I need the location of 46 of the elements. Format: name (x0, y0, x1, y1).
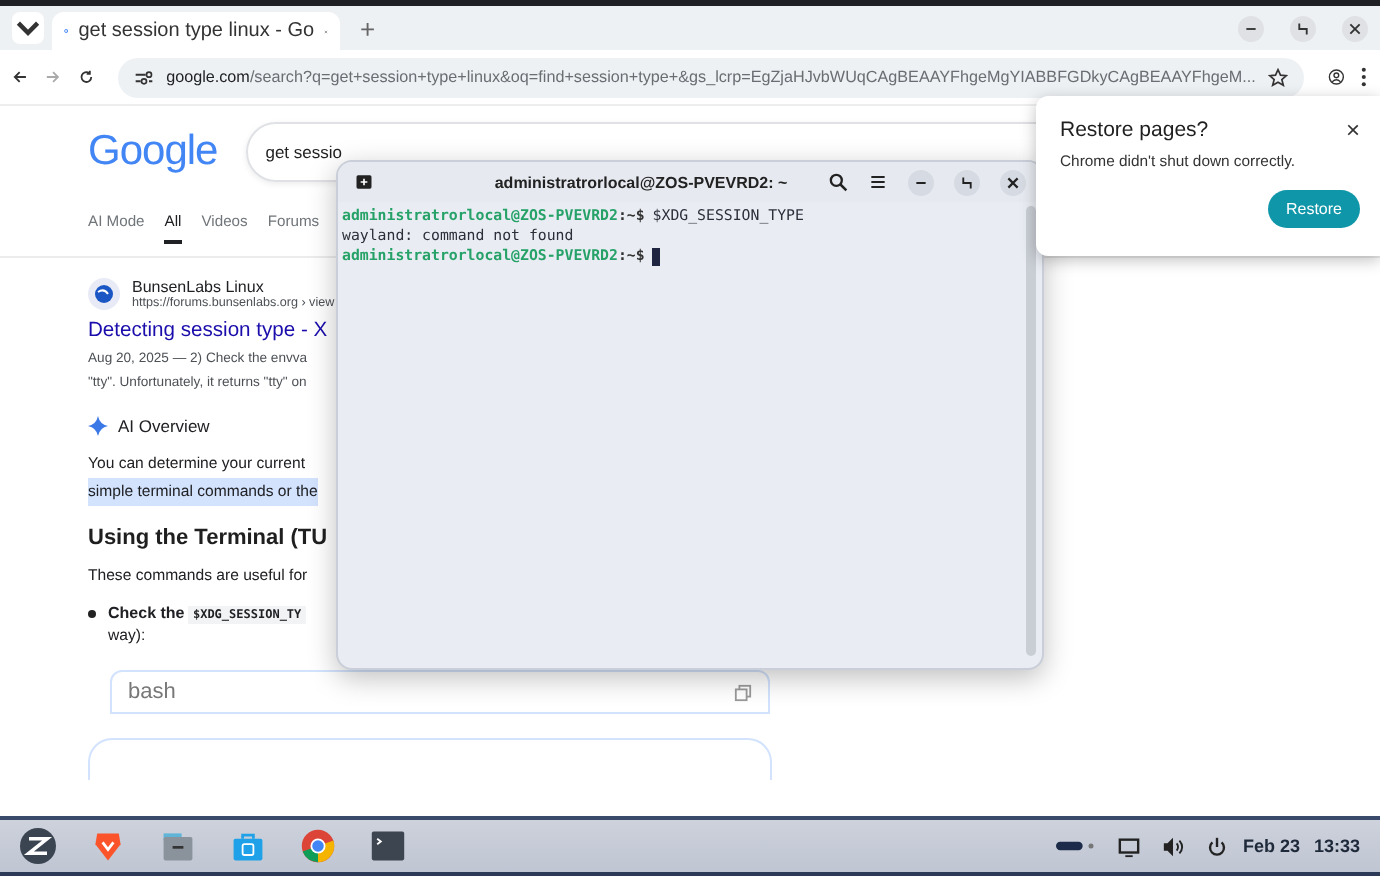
copy-icon[interactable] (734, 683, 752, 701)
start-menu-icon[interactable] (20, 828, 56, 864)
search-icon[interactable] (828, 172, 848, 192)
menu-icon[interactable] (1360, 66, 1368, 88)
restore-button[interactable]: Restore (1267, 190, 1360, 228)
site-name: BunsenLabs Linux (132, 278, 266, 296)
volume-icon[interactable] (1162, 835, 1185, 857)
workspace-indicator-icon[interactable] (1056, 840, 1097, 852)
chrome-icon[interactable] (300, 828, 336, 864)
power-icon[interactable] (1206, 835, 1229, 857)
result-title-link[interactable]: Detecting session type - X (88, 320, 328, 342)
new-tab-icon[interactable] (354, 172, 374, 192)
site-settings-icon[interactable] (134, 67, 155, 87)
display-icon[interactable] (1118, 835, 1141, 857)
tab-list-icon[interactable] (12, 12, 44, 44)
lion-shield-icon[interactable] (90, 828, 126, 864)
folder-icon[interactable] (160, 828, 196, 864)
url-text: google.com/search?q=get+session+type+linux&oq=find+session+type+&gs_lcrp=EgZjaHJvbWUqCAgBEAAYFhgeMgYIABBFGDkyCAgBEAAYFhgeM... (166, 68, 1256, 86)
globe-icon (88, 278, 120, 310)
new-tab-button[interactable]: + (360, 14, 376, 44)
restore-icon[interactable] (1290, 16, 1316, 42)
menu-icon[interactable] (868, 172, 888, 192)
follow-up-field[interactable] (88, 738, 772, 780)
close-icon[interactable] (1000, 169, 1026, 195)
profile-icon[interactable] (1327, 66, 1345, 88)
section-heading: Using the Terminal (TU (88, 526, 328, 550)
sparkle-icon (88, 416, 108, 436)
minimize-icon[interactable] (1238, 16, 1264, 42)
ai-overview-label: AI Overview (118, 416, 210, 436)
address-bar[interactable]: google.com/search?q=get+session+type+linux&oq=find+session+type+&gs_lcrp=EgZjaHJvbWUqCAgBEAAYFhgeMgYIABBFGDkyCAgBEAAYFhgeM... (118, 57, 1304, 97)
back-icon[interactable] (12, 66, 29, 88)
shopping-bag-icon[interactable] (230, 828, 266, 864)
bullet-icon (88, 609, 96, 617)
reload-icon[interactable] (77, 66, 95, 88)
star-icon[interactable] (1267, 67, 1288, 87)
scrollbar[interactable] (1026, 206, 1036, 656)
browser-tab[interactable]: get session type linux - Go (52, 12, 340, 50)
close-button[interactable]: × (1345, 116, 1360, 144)
restore-icon[interactable] (954, 169, 980, 195)
date-text[interactable]: Feb 23 (1242, 836, 1300, 856)
google-logo: Google (88, 127, 218, 175)
time-text[interactable]: 13:33 (1313, 836, 1360, 856)
minimize-icon[interactable] (908, 169, 934, 195)
terminal-icon[interactable] (370, 828, 406, 864)
code-language: bash (128, 680, 176, 704)
close-icon[interactable] (1342, 16, 1368, 42)
